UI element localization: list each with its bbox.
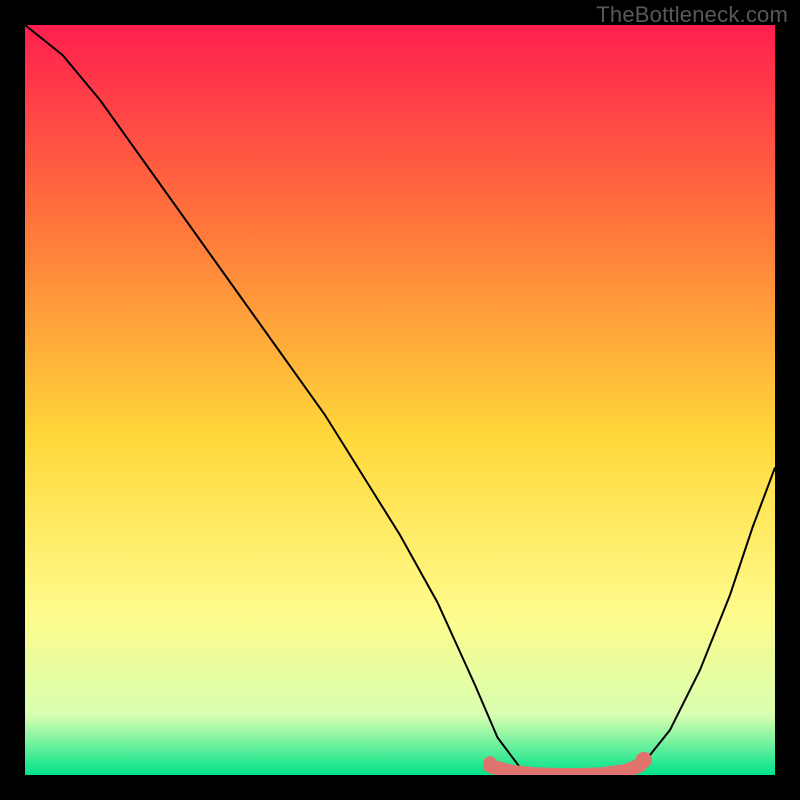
watermark-text: TheBottleneck.com [596, 2, 788, 28]
optimal-range-marker [490, 765, 640, 775]
start-dot [483, 756, 497, 770]
end-dot [636, 752, 652, 768]
chart-frame: TheBottleneck.com [0, 0, 800, 800]
bottleneck-curve [25, 25, 775, 775]
curves-layer [25, 25, 775, 775]
plot-area [25, 25, 775, 775]
